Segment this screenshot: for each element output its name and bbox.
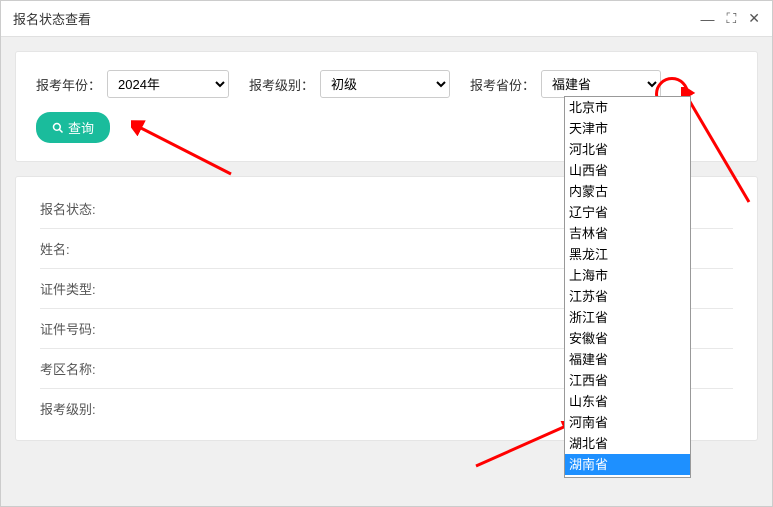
dropdown-item[interactable]: 湖南省: [565, 454, 690, 475]
app-window: 报名状态查看 — ⛶ ✕ 报考年份： 2024年 报考级别： 初级: [0, 0, 773, 507]
province-label: 报考省份：: [470, 75, 535, 94]
minimize-icon[interactable]: —: [700, 11, 714, 27]
dropdown-item[interactable]: 江苏省: [565, 286, 690, 307]
dropdown-item[interactable]: 吉林省: [565, 223, 690, 244]
dropdown-item[interactable]: 河南省: [565, 412, 690, 433]
dropdown-item[interactable]: 浙江省: [565, 307, 690, 328]
year-group: 报考年份： 2024年: [36, 70, 229, 98]
dropdown-item[interactable]: 黑龙江: [565, 244, 690, 265]
maximize-icon[interactable]: ⛶: [726, 10, 736, 27]
query-button-label: 查询: [68, 118, 94, 137]
window-controls: — ⛶ ✕: [700, 10, 760, 27]
dropdown-item[interactable]: 内蒙古: [565, 181, 690, 202]
dropdown-item[interactable]: 天津市: [565, 118, 690, 139]
window-title: 报名状态查看: [13, 9, 91, 28]
province-group: 报考省份： 福建省: [470, 70, 661, 98]
result-label-area: 考区名称:: [40, 359, 120, 378]
dropdown-item[interactable]: 河北省: [565, 139, 690, 160]
result-label-status: 报名状态:: [40, 199, 120, 218]
level-group: 报考级别： 初级: [249, 70, 450, 98]
level-label: 报考级别：: [249, 75, 314, 94]
year-label: 报考年份：: [36, 75, 101, 94]
search-icon: [52, 122, 64, 134]
result-label-idtype: 证件类型:: [40, 279, 120, 298]
result-label-idno: 证件号码:: [40, 319, 120, 338]
province-select[interactable]: 福建省: [541, 70, 661, 98]
level-select[interactable]: 初级: [320, 70, 450, 98]
dropdown-item[interactable]: 福建省: [565, 349, 690, 370]
dropdown-item[interactable]: 北京市: [565, 97, 690, 118]
close-icon[interactable]: ✕: [748, 10, 760, 27]
dropdown-item[interactable]: 湖北省: [565, 433, 690, 454]
dropdown-item[interactable]: 辽宁省: [565, 202, 690, 223]
dropdown-item[interactable]: 安徽省: [565, 328, 690, 349]
result-label-name: 姓名:: [40, 239, 120, 258]
dropdown-item[interactable]: 江西省: [565, 370, 690, 391]
dropdown-item[interactable]: 山东省: [565, 391, 690, 412]
result-label-level: 报考级别:: [40, 399, 120, 418]
province-dropdown[interactable]: 北京市天津市河北省山西省内蒙古辽宁省吉林省黑龙江上海市江苏省浙江省安徽省福建省江…: [564, 96, 691, 478]
query-button[interactable]: 查询: [36, 112, 110, 143]
dropdown-item[interactable]: 上海市: [565, 265, 690, 286]
title-bar: 报名状态查看 — ⛶ ✕: [1, 1, 772, 37]
year-select[interactable]: 2024年: [107, 70, 229, 98]
dropdown-item[interactable]: 山西省: [565, 160, 690, 181]
form-row: 报考年份： 2024年 报考级别： 初级 报考省份： 福建省: [36, 70, 737, 98]
dropdown-item[interactable]: 广东省: [565, 475, 690, 478]
